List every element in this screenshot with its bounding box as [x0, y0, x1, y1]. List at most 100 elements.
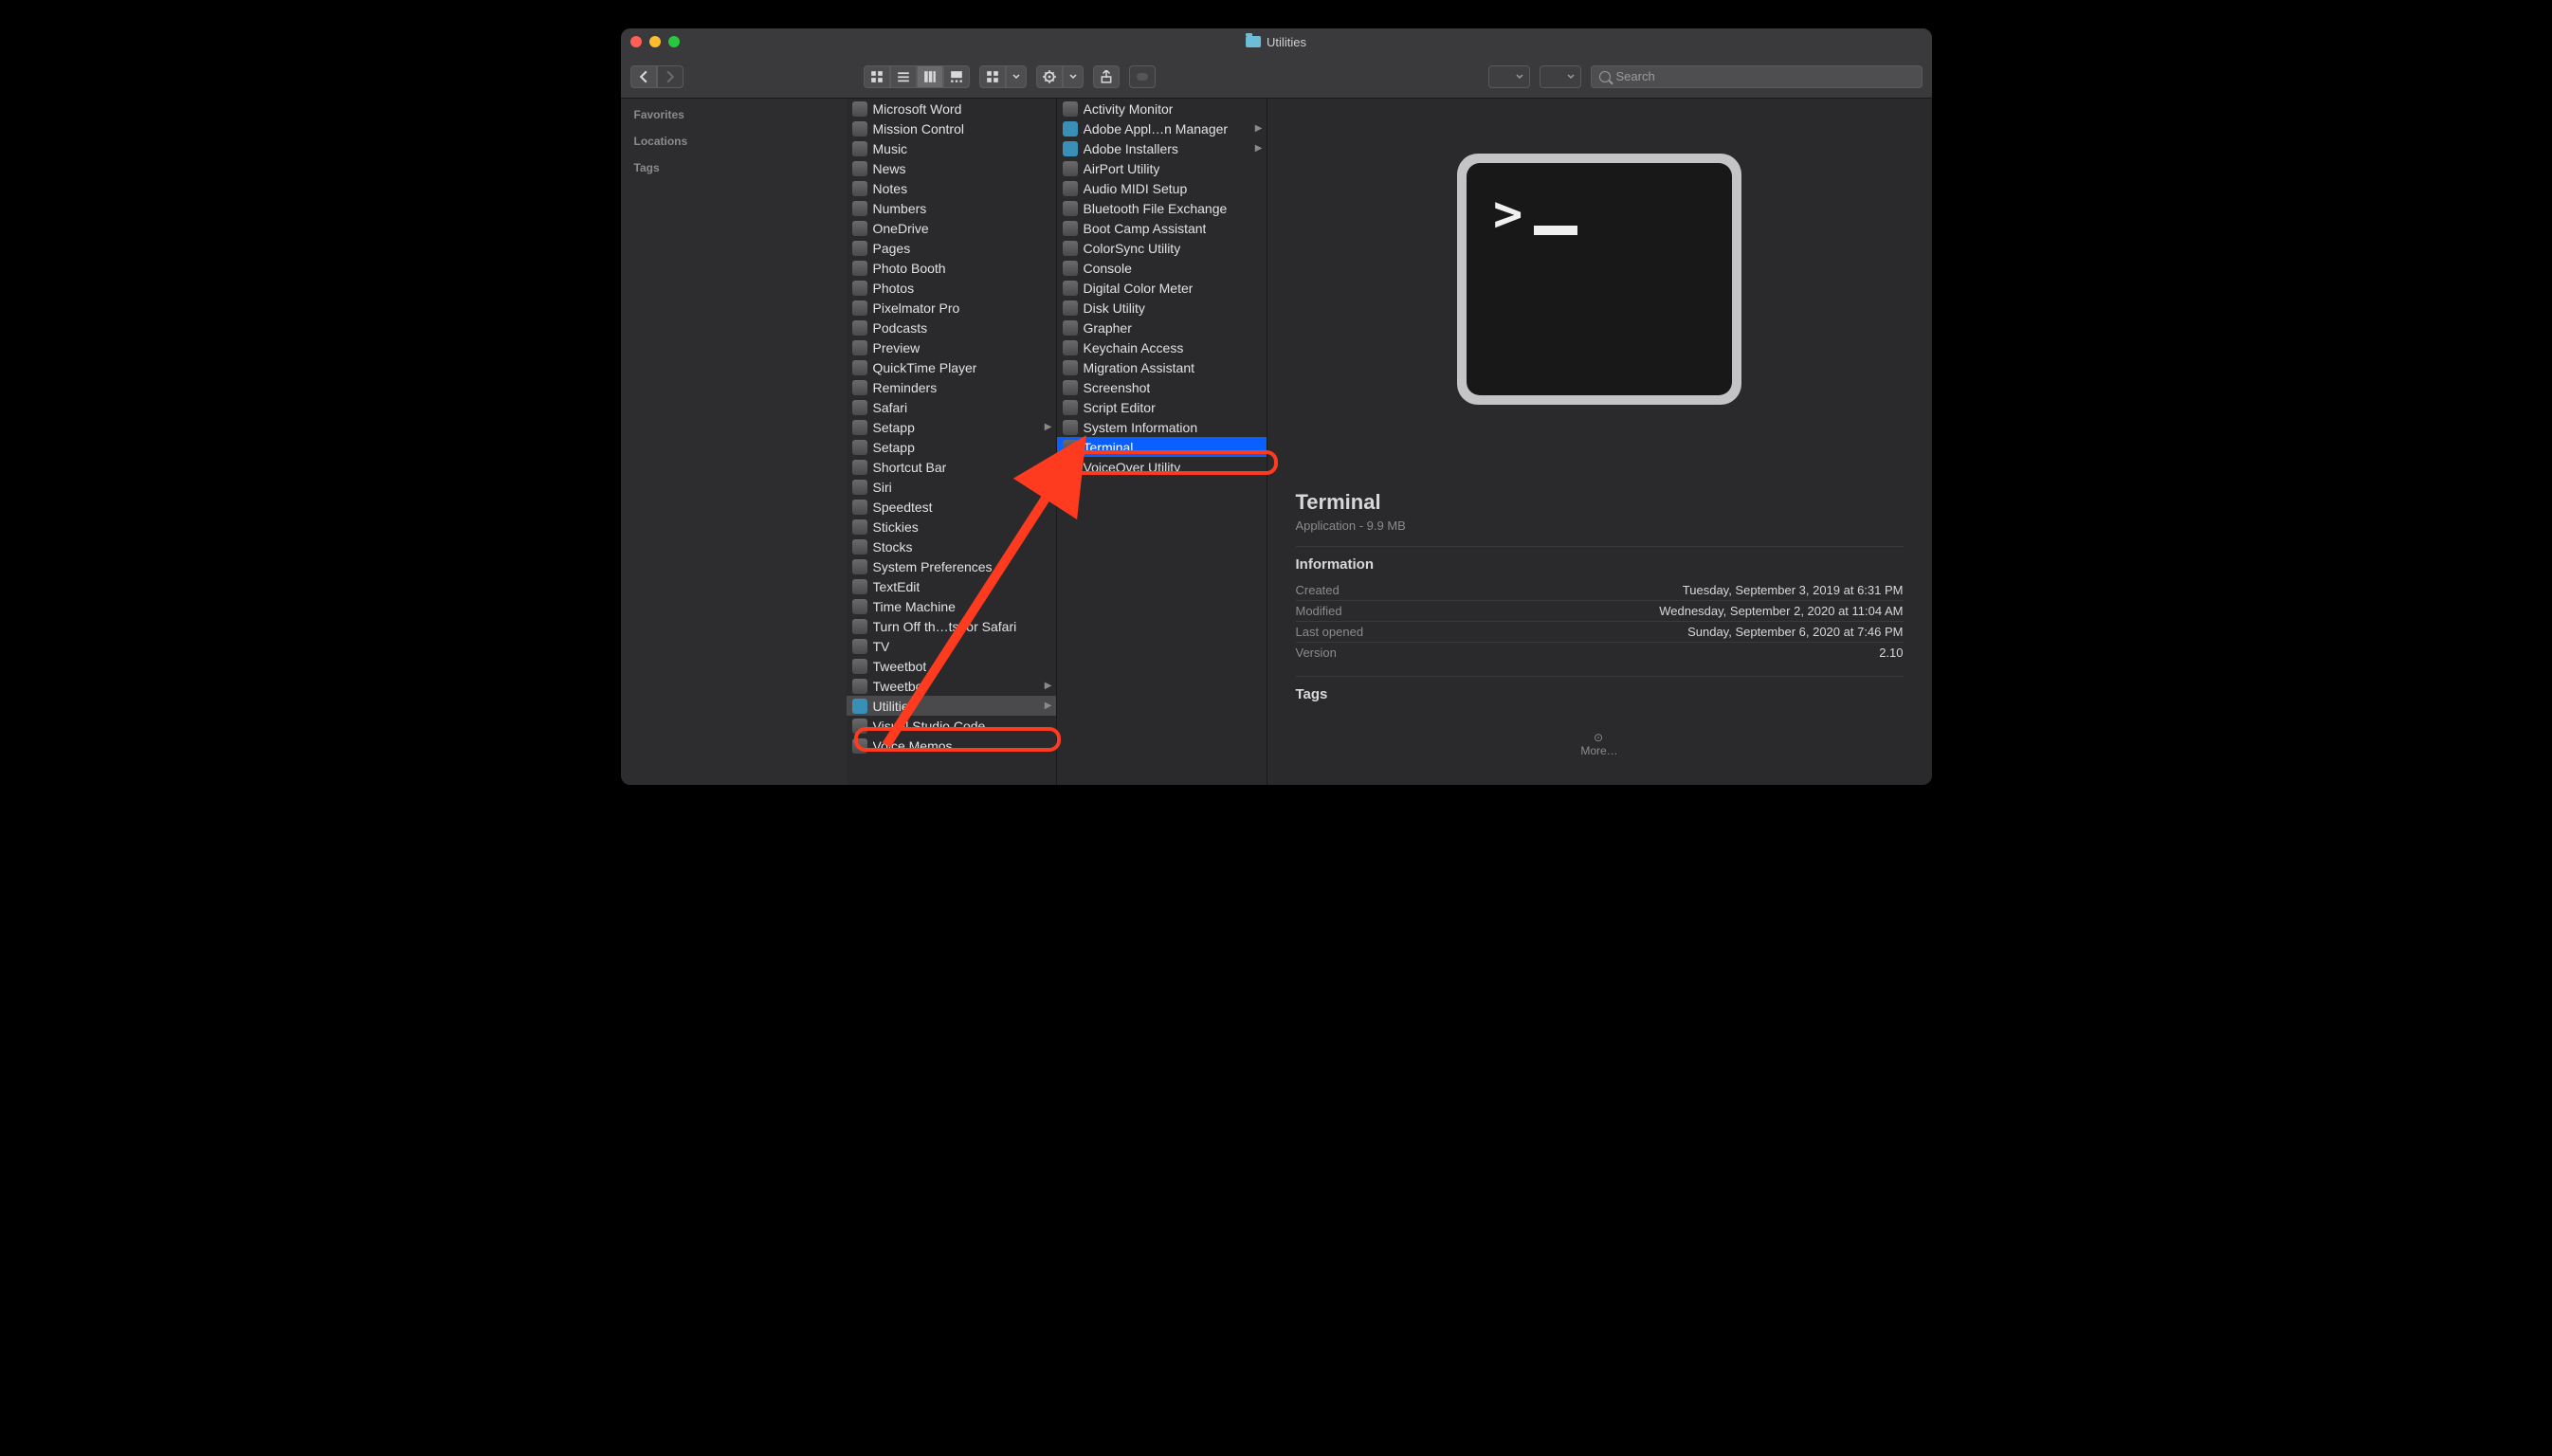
list-item[interactable]: Grapher — [1057, 318, 1267, 337]
app-icon — [852, 181, 867, 196]
list-item[interactable]: Console — [1057, 258, 1267, 278]
list-item[interactable]: TV — [847, 636, 1056, 656]
list-item[interactable]: Adobe Installers▶ — [1057, 138, 1267, 158]
column-utilities: Activity MonitorAdobe Appl…n Manager▶Ado… — [1057, 99, 1267, 785]
list-item[interactable]: Microsoft Word — [847, 99, 1056, 118]
sidebar-section-locations[interactable]: Locations — [634, 135, 833, 148]
chevron-right-icon: ▶ — [1255, 123, 1263, 134]
list-item[interactable]: Disk Utility — [1057, 298, 1267, 318]
list-item[interactable]: Stocks — [847, 537, 1056, 556]
list-item[interactable]: Siri — [847, 477, 1056, 497]
list-item[interactable]: Numbers — [847, 198, 1056, 218]
list-item[interactable]: OneDrive — [847, 218, 1056, 238]
search-field[interactable]: Search — [1591, 65, 1923, 88]
list-item[interactable]: Setapp▶ — [847, 417, 1056, 437]
list-item[interactable]: Reminders — [847, 377, 1056, 397]
list-item[interactable]: Speedtest — [847, 497, 1056, 517]
dropdown-1[interactable] — [1488, 65, 1530, 88]
list-view-button[interactable] — [890, 65, 917, 88]
list-item-label: Stickies — [873, 519, 919, 535]
list-item[interactable]: Tweetbot — [847, 656, 1056, 676]
finder-window: Utilities — [621, 28, 1932, 785]
list-item[interactable]: Script Editor — [1057, 397, 1267, 417]
list-item[interactable]: Music — [847, 138, 1056, 158]
close-button[interactable] — [630, 36, 642, 47]
app-icon — [852, 599, 867, 614]
list-item[interactable]: Activity Monitor — [1057, 99, 1267, 118]
sidebar-section-favorites[interactable]: Favorites — [634, 108, 833, 121]
list-item[interactable]: Pages — [847, 238, 1056, 258]
action-button[interactable] — [1036, 65, 1063, 88]
list-item-label: Tweetbot — [873, 659, 927, 674]
list-item[interactable]: Mission Control — [847, 118, 1056, 138]
app-icon — [852, 639, 867, 654]
list-item-label: OneDrive — [873, 221, 929, 236]
list-item[interactable]: Keychain Access — [1057, 337, 1267, 357]
list-item[interactable]: Utilities▶ — [847, 696, 1056, 716]
list-item[interactable]: QuickTime Player — [847, 357, 1056, 377]
list-item[interactable]: Notes — [847, 178, 1056, 198]
list-item-label: Terminal — [1084, 440, 1134, 455]
column-view-button[interactable] — [917, 65, 943, 88]
list-item[interactable]: Safari — [847, 397, 1056, 417]
list-item-label: Pixelmator Pro — [873, 300, 960, 316]
arrange-button[interactable] — [979, 65, 1006, 88]
icon-view-button[interactable] — [864, 65, 890, 88]
list-item-label: Speedtest — [873, 500, 933, 515]
list-item[interactable]: AirPort Utility — [1057, 158, 1267, 178]
app-icon — [852, 201, 867, 216]
list-item[interactable]: Photos — [847, 278, 1056, 298]
dropdown-2[interactable] — [1540, 65, 1581, 88]
list-item[interactable]: Photo Booth — [847, 258, 1056, 278]
list-item[interactable]: Audio MIDI Setup — [1057, 178, 1267, 198]
zoom-button[interactable] — [668, 36, 680, 47]
app-icon — [852, 719, 867, 734]
list-item[interactable]: System Information — [1057, 417, 1267, 437]
action-dropdown[interactable] — [1063, 65, 1084, 88]
list-item[interactable]: Digital Color Meter — [1057, 278, 1267, 298]
list-item[interactable]: Shortcut Bar — [847, 457, 1056, 477]
list-item[interactable]: Bluetooth File Exchange — [1057, 198, 1267, 218]
preview-tags-heading: Tags — [1296, 676, 1904, 702]
app-icon — [1063, 201, 1078, 216]
list-item[interactable]: System Preferences — [847, 556, 1056, 576]
list-item[interactable]: Visual Studio Code — [847, 716, 1056, 736]
folder-icon — [1063, 141, 1078, 156]
share-button[interactable] — [1093, 65, 1120, 88]
back-button[interactable] — [630, 65, 657, 88]
list-item[interactable]: Turn Off th…ts for Safari — [847, 616, 1056, 636]
list-item-label: TextEdit — [873, 579, 921, 594]
list-item[interactable]: Preview — [847, 337, 1056, 357]
list-item[interactable]: VoiceOver Utility — [1057, 457, 1267, 477]
list-item[interactable]: Screenshot — [1057, 377, 1267, 397]
list-item[interactable]: Tweetbot▶ — [847, 676, 1056, 696]
list-item[interactable]: Pixelmator Pro — [847, 298, 1056, 318]
list-item[interactable]: Migration Assistant — [1057, 357, 1267, 377]
preview-more[interactable]: ⊙ More… — [1580, 731, 1617, 757]
minimize-button[interactable] — [649, 36, 661, 47]
gallery-view-button[interactable] — [943, 65, 970, 88]
app-icon — [852, 579, 867, 594]
list-item-label: Turn Off th…ts for Safari — [873, 619, 1017, 634]
forward-button[interactable] — [657, 65, 684, 88]
list-item[interactable]: Podcasts — [847, 318, 1056, 337]
list-item[interactable]: TextEdit — [847, 576, 1056, 596]
list-item[interactable]: News — [847, 158, 1056, 178]
list-item[interactable]: Time Machine — [847, 596, 1056, 616]
list-item[interactable]: ColorSync Utility — [1057, 238, 1267, 258]
list-item[interactable]: Boot Camp Assistant — [1057, 218, 1267, 238]
list-item[interactable]: Stickies — [847, 517, 1056, 537]
list-item[interactable]: Voice Memos — [847, 736, 1056, 755]
sidebar: Favorites Locations Tags — [621, 99, 847, 785]
list-item-label: Tweetbot — [873, 679, 927, 694]
app-icon — [852, 241, 867, 256]
sidebar-section-tags[interactable]: Tags — [634, 161, 833, 174]
list-item-label: Photo Booth — [873, 261, 946, 276]
list-item-label: AirPort Utility — [1084, 161, 1160, 176]
tags-button[interactable] — [1129, 65, 1156, 88]
list-item-label: Microsoft Word — [873, 101, 962, 117]
list-item[interactable]: Terminal — [1057, 437, 1267, 457]
list-item[interactable]: Adobe Appl…n Manager▶ — [1057, 118, 1267, 138]
list-item[interactable]: Setapp — [847, 437, 1056, 457]
arrange-dropdown[interactable] — [1006, 65, 1027, 88]
